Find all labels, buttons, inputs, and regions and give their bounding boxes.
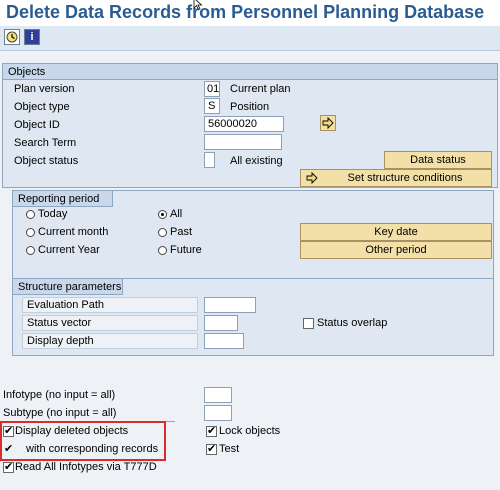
status-overlap-checkbox[interactable] — [303, 318, 314, 329]
object-id-label: Object ID — [14, 119, 60, 131]
data-status-button[interactable]: Data status — [384, 151, 492, 169]
radio-all-label: All — [170, 208, 183, 220]
key-date-button[interactable]: Key date — [300, 223, 492, 241]
radio-past-label: Past — [170, 226, 193, 238]
radio-current-year-label: Current Year — [38, 244, 100, 256]
evaluation-path-label: Evaluation Path — [22, 297, 198, 313]
infotype-label: Infotype (no input = all) — [3, 389, 116, 401]
object-status-field[interactable] — [204, 152, 215, 168]
radio-future[interactable] — [158, 246, 167, 255]
radio-current-month[interactable] — [26, 228, 35, 237]
subtype-field[interactable] — [204, 405, 232, 421]
plan-version-text: Current plan — [230, 83, 291, 95]
highlight-box — [0, 421, 166, 461]
object-status-text: All existing — [230, 155, 283, 167]
arrow-right-icon — [322, 116, 334, 130]
search-term-label: Search Term — [14, 137, 77, 149]
structure-parameters-header: Structure parameters — [13, 279, 123, 295]
infotype-field[interactable] — [204, 387, 232, 403]
lock-objects-checkbox[interactable]: ✔ — [206, 426, 217, 437]
reporting-period-header: Reporting period — [13, 191, 113, 207]
radio-today-label: Today — [38, 208, 68, 220]
radio-past[interactable] — [158, 228, 167, 237]
arrow-right-icon — [306, 171, 318, 185]
object-id-field[interactable]: 56000020 — [204, 116, 284, 132]
execute-icon[interactable] — [4, 29, 20, 45]
read-all-infotypes-label: Read All Infotypes via T777D — [15, 461, 157, 473]
radio-all[interactable] — [158, 210, 167, 219]
radio-current-month-label: Current month — [38, 226, 109, 238]
mouse-cursor-icon — [193, 0, 203, 10]
objects-header: Objects — [3, 64, 497, 80]
radio-today[interactable] — [26, 210, 35, 219]
plan-version-field[interactable]: 01 — [204, 81, 220, 97]
subtype-label: Subtype (no input = all) — [3, 407, 117, 419]
test-label: Test — [219, 443, 240, 455]
set-structure-conditions-label: Set structure conditions — [347, 172, 463, 184]
lock-objects-label: Lock objects — [219, 425, 281, 437]
search-term-field[interactable] — [204, 134, 282, 150]
selection-screen: Objects Plan version 01 Current plan Obj… — [0, 51, 500, 490]
plan-version-label: Plan version — [14, 83, 75, 95]
other-period-button[interactable]: Other period — [300, 241, 492, 259]
status-vector-label: Status vector — [22, 315, 198, 331]
info-icon[interactable]: i — [24, 29, 40, 45]
status-overlap-label: Status overlap — [317, 317, 388, 329]
evaluation-path-field[interactable] — [204, 297, 256, 313]
display-depth-label: Display depth — [22, 333, 198, 349]
test-checkbox[interactable]: ✔ — [206, 444, 217, 455]
radio-future-label: Future — [170, 244, 202, 256]
page-title: Delete Data Records from Personnel Plann… — [0, 0, 500, 26]
radio-current-year[interactable] — [26, 246, 35, 255]
display-depth-field[interactable] — [204, 333, 244, 349]
set-structure-conditions-button[interactable]: Set structure conditions — [300, 169, 492, 187]
multiple-selection-button[interactable] — [320, 115, 336, 131]
object-status-label: Object status — [14, 155, 79, 167]
object-type-field[interactable]: S — [204, 98, 220, 114]
status-vector-field[interactable] — [204, 315, 238, 331]
toolbar: i — [0, 26, 500, 51]
object-type-text: Position — [230, 101, 270, 113]
object-type-label: Object type — [14, 101, 70, 113]
read-all-infotypes-checkbox[interactable]: ✔ — [3, 462, 14, 473]
